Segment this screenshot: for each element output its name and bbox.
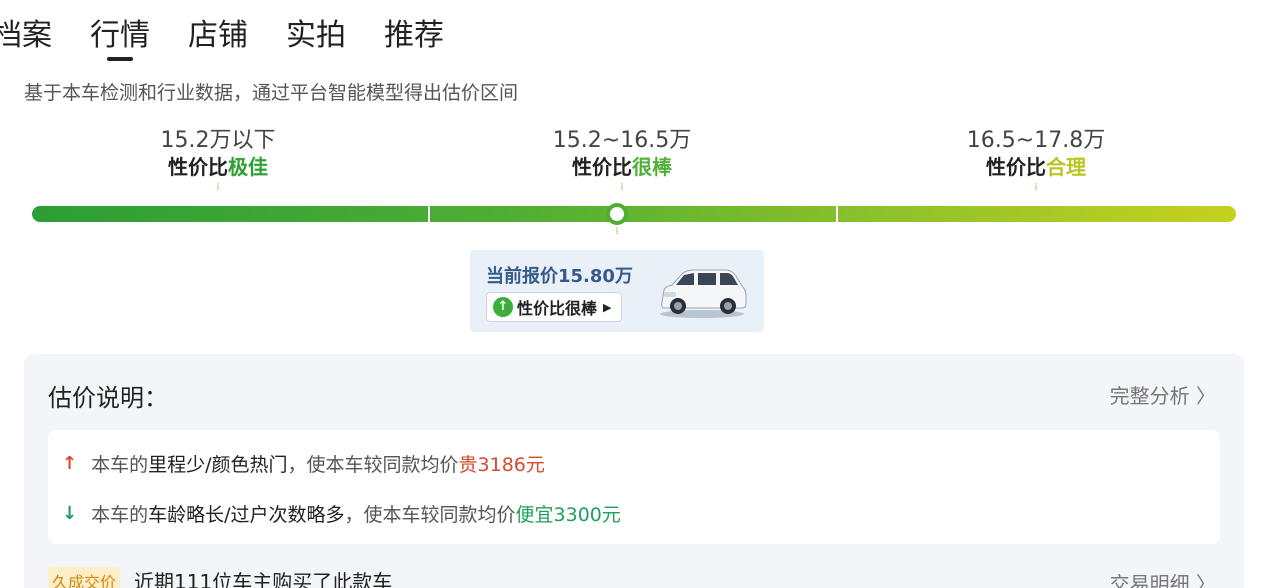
suv-car-image [660,269,747,318]
transaction-details-link[interactable]: 交易明细 〉 [1110,568,1216,588]
play-triangle-icon: ▶ [603,300,612,314]
range-verdict: 性价比合理 [986,155,1086,179]
bar-separator [836,206,838,222]
price-range-bar [32,206,1236,222]
value-rating-chip[interactable]: ↑ 性价比很棒 ▶ [486,292,623,322]
valuation-description: 基于本车检测和行业数据，通过平台智能模型得出估价区间 [24,82,519,104]
range-price: 16.5~17.8万 [966,128,1106,153]
factor-item-negative: ↓ 本车的 车龄略长/过户次数略多 ，使本车较同款均价 便宜3300元 [62,500,621,527]
factor-middle: ，使本车较同款均价 [344,504,516,526]
range-verdict: 性价比很棒 [572,155,672,179]
recent-deals-row: 久成交价 近期111位车主购买了此款车 [48,566,392,588]
bar-separator [428,206,430,222]
tab-recommend[interactable]: 推荐 [384,14,444,58]
dots-icon: ⁞ [620,182,624,193]
range-price: 15.2~16.5万 [552,128,692,153]
valuation-explanation-panel: 估价说明： 完整分析 〉 ↑ 本车的 里程少/颜色热门 ，使本车较同款均价 贵3… [24,354,1244,588]
dots-icon: ⁞ [216,182,220,193]
factor-prefix: 本车的 [91,454,149,476]
factor-highlight: 车龄略长/过户次数略多 [148,504,345,526]
tab-store[interactable]: 店铺 [188,14,248,58]
tab-market[interactable]: 行情 [90,14,150,58]
range-reasonable: 16.5~17.8万 性价比合理 ⁞ [886,128,1186,194]
dots-icon: ⁞ [615,226,619,237]
deal-text: 近期111位车主购买了此款车 [134,570,393,588]
tab-profile[interactable]: 档案 [0,14,52,58]
range-verdict: 性价比极佳 [168,155,268,179]
up-arrow-circle-icon: ↑ [493,297,513,317]
factor-item-positive: ↑ 本车的 里程少/颜色热门 ，使本车较同款均价 贵3186元 [62,450,545,477]
factor-highlight: 里程少/颜色热门 [148,454,288,476]
tab-bar: 档案 行情 店铺 实拍 推荐 [0,14,482,62]
tab-photos[interactable]: 实拍 [286,14,346,58]
factor-middle: ，使本车较同款均价 [287,454,459,476]
range-excellent: 15.2万以下 性价比极佳 ⁞ [68,128,368,194]
factor-prefix: 本车的 [91,504,149,526]
range-price: 15.2万以下 [160,128,276,153]
arrow-down-icon: ↓ [62,503,78,524]
panel-title: 估价说明： [48,384,168,412]
deal-tag-badge: 久成交价 [48,566,121,588]
arrow-up-icon: ↑ [62,453,78,474]
current-price-card[interactable]: 当前报价15.80万 ↑ 性价比很棒 ▶ [470,250,764,332]
dots-icon: ⁞ [1034,182,1038,193]
full-analysis-link[interactable]: 完整分析 〉 [1110,380,1216,409]
range-great: 15.2~16.5万 性价比很棒 ⁞ [472,128,772,194]
current-price-marker [606,203,628,225]
factor-value: 便宜3300元 [515,504,621,526]
current-price-label: 当前报价15.80万 [486,266,633,287]
factor-value: 贵3186元 [458,454,545,476]
chip-label: 性价比很棒 [517,299,598,318]
factor-list: ↑ 本车的 里程少/颜色热门 ，使本车较同款均价 贵3186元 ↓ 本车的 车龄… [48,430,1220,544]
